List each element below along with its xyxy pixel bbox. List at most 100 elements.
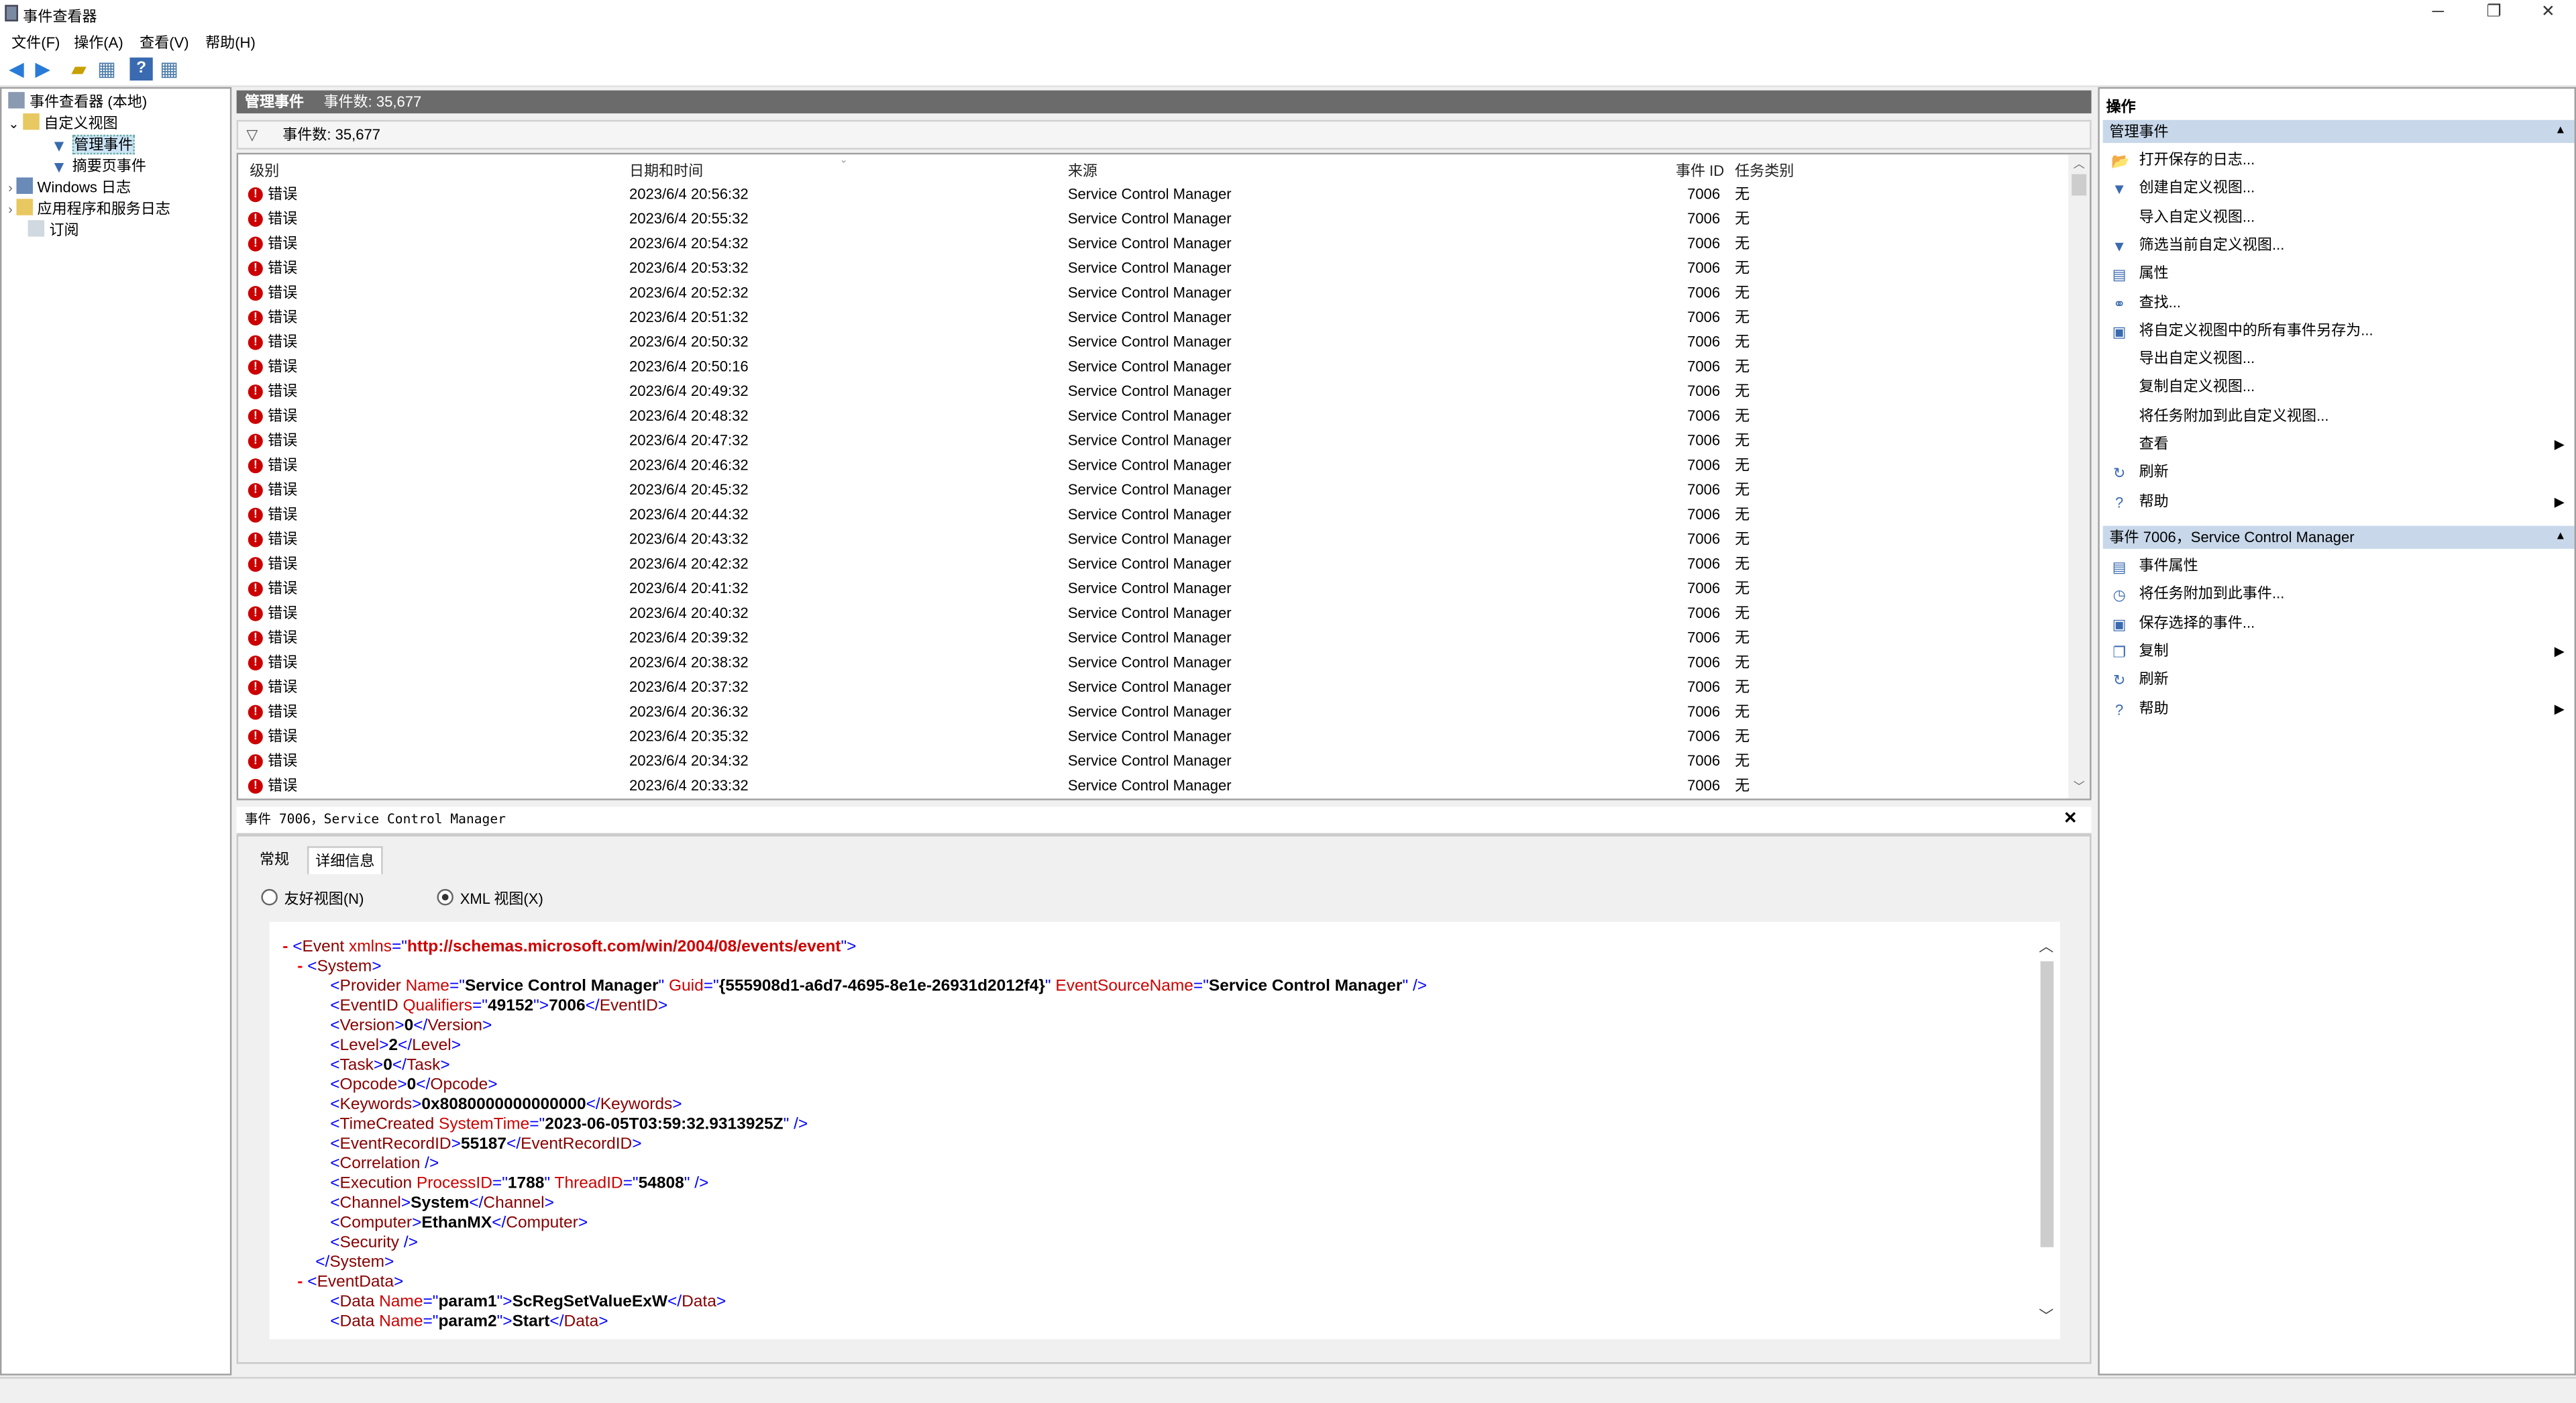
action-item[interactable]: ? 帮助 ▶ <box>2103 694 2575 723</box>
column-header-event-id[interactable]: 事件 ID <box>1676 160 1724 181</box>
back-arrow-icon[interactable]: ◀ <box>5 58 28 81</box>
scroll-up-icon[interactable]: ︿ <box>2039 935 2053 956</box>
column-header-source[interactable]: 来源 <box>1068 160 1097 181</box>
table-row[interactable]: ! 错误 2023/6/4 20:43:32 Service Control Mana… <box>238 527 2068 552</box>
action-item[interactable]: 导出自定义视图... <box>2103 346 2575 374</box>
xml-view[interactable]: - <Event xmlns="http://schemas.microsoft… <box>269 921 2061 1339</box>
up-folder-icon[interactable]: ▰ <box>67 58 90 81</box>
table-row[interactable]: ! 错误 2023/6/4 20:55:32 Service Control Mana… <box>238 207 2068 232</box>
action-item[interactable]: ↻ 刷新 <box>2103 666 2575 694</box>
menu-action[interactable]: 操作(A) <box>74 32 123 53</box>
forward-arrow-icon[interactable]: ▶ <box>32 58 54 81</box>
table-row[interactable]: ! 错误 2023/6/4 20:50:32 Service Control Mana… <box>238 330 2068 355</box>
table-row[interactable]: ! 错误 2023/6/4 20:34:32 Service Control Mana… <box>238 749 2068 774</box>
table-row[interactable]: ! 错误 2023/6/4 20:37:32 Service Control Mana… <box>238 676 2068 700</box>
table-row[interactable]: ! 错误 2023/6/4 20:56:32 Service Control Mana… <box>238 183 2068 207</box>
chevron-right-icon[interactable]: › <box>8 202 13 217</box>
table-row[interactable]: ! 错误 2023/6/4 20:54:32 Service Control Mana… <box>238 231 2068 256</box>
tree-item-root[interactable]: 事件查看器 (本地) <box>8 92 147 113</box>
column-header-task[interactable]: 任务类别 <box>1735 160 1794 181</box>
tree-item-summary-events[interactable]: ▼ 摘要页事件 <box>51 156 146 178</box>
action-item[interactable]: 📂 打开保存的日志... <box>2103 146 2575 174</box>
action-label: 将任务附加到此自定义视图... <box>2139 407 2329 424</box>
row-event-id: 7006 <box>1687 456 1721 474</box>
action-item[interactable]: 导入自定义视图... <box>2103 203 2575 231</box>
xml-scrollbar[interactable]: ︿ ﹀ <box>2037 935 2057 1330</box>
table-row[interactable]: ! 错误 2023/6/4 20:49:32 Service Control Mana… <box>238 380 2068 405</box>
action-item[interactable]: ▤ 事件属性 <box>2103 552 2575 580</box>
row-event-id: 7006 <box>1687 210 1721 227</box>
table-row[interactable]: ! 错误 2023/6/4 20:46:32 Service Control Mana… <box>238 454 2068 478</box>
action-item[interactable]: ◷ 将任务附加到此事件... <box>2103 580 2575 609</box>
show-hide-tree-icon[interactable]: ▦ <box>95 58 118 81</box>
tab-details[interactable]: 详细信息 <box>307 846 383 874</box>
action-item[interactable]: 将任务附加到此自定义视图... <box>2103 402 2575 430</box>
actions-section-event[interactable]: 事件 7006，Service Control Manager ▲ <box>2102 525 2575 549</box>
actions-section-admin-events[interactable]: 管理事件 ▲ <box>2102 119 2575 144</box>
table-row[interactable]: ! 错误 2023/6/4 20:44:32 Service Control Mana… <box>238 503 2068 527</box>
tree-item-app-service-logs[interactable]: › 应用程序和服务日志 <box>8 199 170 220</box>
tree-item-subscriptions[interactable]: 订阅 <box>28 220 79 242</box>
table-row[interactable]: ! 错误 2023/6/4 20:40:32 Service Control Mana… <box>238 601 2068 626</box>
action-item[interactable]: ⚭ 查找... <box>2103 289 2575 317</box>
row-source: Service Control Manager <box>1067 309 1232 325</box>
minimize-button[interactable]: ─ <box>2418 1 2458 24</box>
table-row[interactable]: ! 错误 2023/6/4 20:50:16 Service Control Mana… <box>238 355 2068 380</box>
action-item[interactable]: ▤ 属性 <box>2103 260 2575 288</box>
collapse-toggle[interactable]: - <box>282 938 288 956</box>
scroll-down-icon[interactable]: ﹀ <box>2074 779 2085 795</box>
table-row[interactable]: ! 错误 2023/6/4 20:53:32 Service Control Mana… <box>238 256 2068 281</box>
action-item[interactable]: 复制自定义视图... <box>2103 374 2575 402</box>
event-list-scrollbar[interactable]: ︿ ﹀ <box>2068 154 2090 799</box>
collapse-up-icon[interactable]: ▲ <box>2555 120 2566 143</box>
action-item[interactable]: 查看 ▶ <box>2103 431 2575 459</box>
table-row[interactable]: ! 错误 2023/6/4 20:51:32 Service Control Mana… <box>238 306 2068 331</box>
radio-xml-view[interactable]: XML 视图(X) <box>437 887 543 908</box>
collapse-toggle[interactable]: - <box>297 1274 303 1292</box>
action-item[interactable]: ▣ 将自定义视图中的所有事件另存为... <box>2103 317 2575 345</box>
tree-item-windows-logs[interactable]: › Windows 日志 <box>8 177 131 199</box>
table-row[interactable]: ! 错误 2023/6/4 20:41:32 Service Control Mana… <box>238 577 2068 602</box>
radio-button-icon[interactable] <box>261 888 278 906</box>
detail-close-icon[interactable]: ✕ <box>2063 807 2078 833</box>
action-item[interactable]: ❐ 复制 ▶ <box>2103 637 2575 666</box>
radio-button-selected-icon[interactable] <box>437 888 453 906</box>
action-item[interactable]: ▣ 保存选择的事件... <box>2103 609 2575 637</box>
show-hide-action-pane-icon[interactable]: ▦ <box>158 58 180 81</box>
action-item[interactable]: ▼ 创建自定义视图... <box>2103 174 2575 203</box>
help-icon[interactable]: ? <box>129 57 153 81</box>
scroll-down-icon[interactable]: ﹀ <box>2039 1305 2053 1327</box>
tree-item-admin-events[interactable]: ▼ 管理事件 <box>51 134 135 156</box>
tree-item-custom-views[interactable]: ⌄ 自定义视图 <box>8 113 118 135</box>
menu-help[interactable]: 帮助(H) <box>205 32 256 53</box>
table-row[interactable]: ! 错误 2023/6/4 20:42:32 Service Control Mana… <box>238 552 2068 577</box>
table-row[interactable]: ! 错误 2023/6/4 20:47:32 Service Control Mana… <box>238 429 2068 454</box>
table-row[interactable]: ! 错误 2023/6/4 20:48:32 Service Control Mana… <box>238 404 2068 429</box>
row-level: 错误 <box>268 235 298 252</box>
action-item[interactable]: ↻ 刷新 <box>2103 459 2575 487</box>
scroll-up-icon[interactable]: ︿ <box>2074 156 2085 172</box>
action-item[interactable]: ▼ 筛选当前自定义视图... <box>2103 231 2575 260</box>
table-row[interactable]: ! 错误 2023/6/4 20:35:32 Service Control Mana… <box>238 725 2068 749</box>
table-row[interactable]: ! 错误 2023/6/4 20:52:32 Service Control Mana… <box>238 281 2068 306</box>
table-row[interactable]: ! 错误 2023/6/4 20:38:32 Service Control Mana… <box>238 651 2068 676</box>
scrollbar-thumb[interactable] <box>2040 961 2054 1247</box>
table-row[interactable]: ! 错误 2023/6/4 20:45:32 Service Control Mana… <box>238 478 2068 503</box>
column-header-datetime[interactable]: 日期和时间 <box>629 160 703 181</box>
collapse-up-icon[interactable]: ▲ <box>2555 526 2566 549</box>
chevron-right-icon[interactable]: › <box>8 180 13 195</box>
table-row[interactable]: ! 错误 2023/6/4 20:39:32 Service Control Mana… <box>238 626 2068 651</box>
table-row[interactable]: ! 错误 2023/6/4 20:33:32 Service Control Mana… <box>238 774 2068 798</box>
action-item[interactable]: ? 帮助 ▶ <box>2103 487 2575 515</box>
scrollbar-thumb[interactable] <box>2072 174 2087 196</box>
menu-view[interactable]: 查看(V) <box>140 32 189 53</box>
table-row[interactable]: ! 错误 2023/6/4 20:36:32 Service Control Mana… <box>238 700 2068 725</box>
column-header-level[interactable]: 级别 <box>250 160 279 181</box>
tab-general[interactable]: 常规 <box>253 846 296 872</box>
radio-friendly-view[interactable]: 友好视图(N) <box>261 887 364 908</box>
chevron-down-icon[interactable]: ⌄ <box>8 117 19 132</box>
collapse-toggle[interactable]: - <box>297 958 303 976</box>
menu-file[interactable]: 文件(F) <box>11 32 60 53</box>
close-button[interactable]: ✕ <box>2528 1 2568 24</box>
restore-button[interactable]: ❐ <box>2474 1 2514 24</box>
